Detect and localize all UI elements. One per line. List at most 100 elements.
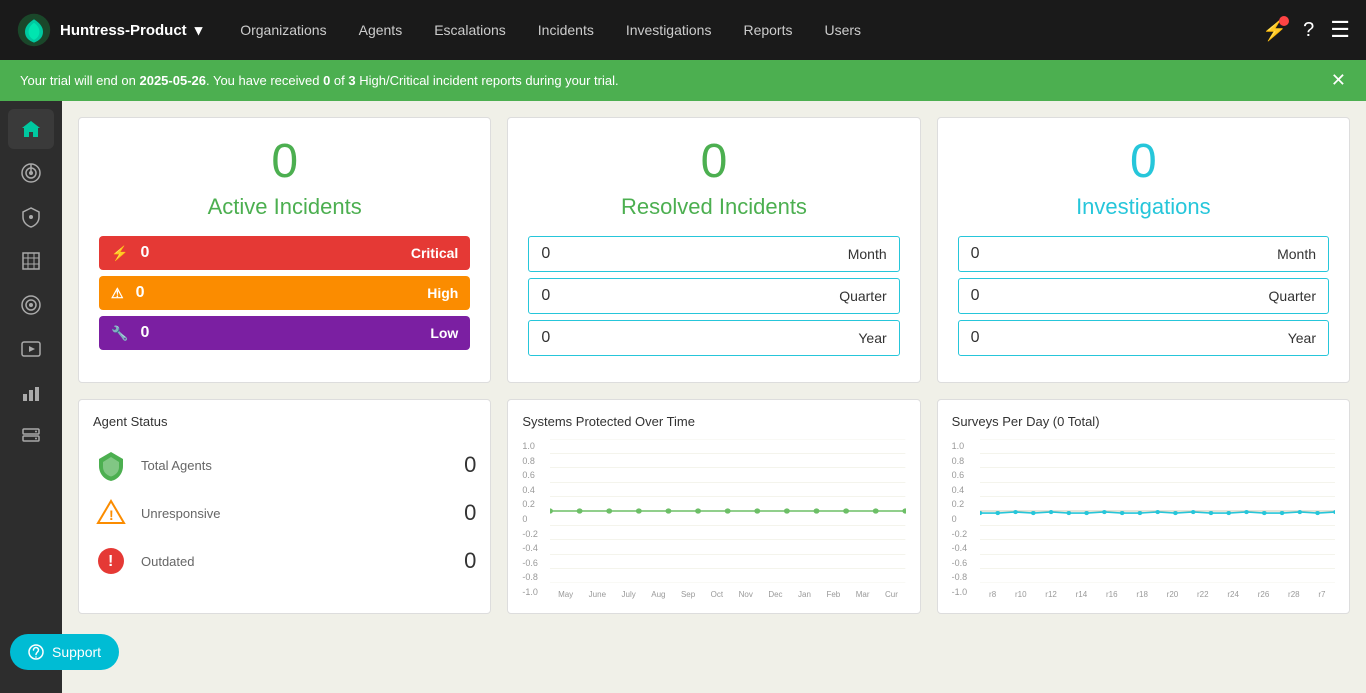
high-badge[interactable]: ⚠ 0 High <box>99 276 470 310</box>
active-incidents-title: Active Incidents <box>99 194 470 220</box>
total-agents-info: Total Agents <box>141 458 452 473</box>
total-agents-icon <box>93 447 129 483</box>
resolved-year-val: 0 <box>541 329 550 347</box>
outdated-agents-info: Outdated <box>141 554 452 569</box>
cage-icon <box>20 250 42 272</box>
unresponsive-agents-val: 0 <box>464 500 476 526</box>
resolved-year-label: Year <box>858 330 886 346</box>
alert-banner: Your trial will end on 2025-05-26. You h… <box>0 60 1366 101</box>
unresponsive-agents-label: Unresponsive <box>141 506 452 521</box>
critical-badge[interactable]: ⚡ 0 Critical <box>99 236 470 270</box>
sidebar-item-home[interactable] <box>8 109 54 149</box>
nav-reports[interactable]: Reports <box>729 14 806 46</box>
resolved-incidents-title: Resolved Incidents <box>528 194 899 220</box>
critical-count: 0 <box>140 244 149 262</box>
unresponsive-agents-info: Unresponsive <box>141 506 452 521</box>
investigations-month-row[interactable]: 0 Month <box>958 236 1329 272</box>
total-agents-val: 0 <box>464 452 476 478</box>
sidebar-item-shield[interactable] <box>8 197 54 237</box>
critical-label: Critical <box>411 245 458 261</box>
resolved-month-row[interactable]: 0 Month <box>528 236 899 272</box>
navbar-links: Organizations Agents Escalations Inciden… <box>226 14 1238 46</box>
outdated-agents-val: 0 <box>464 548 476 574</box>
main-content: 0 Active Incidents ⚡ 0 Critical ⚠ 0 High… <box>62 101 1366 693</box>
help-icon-btn[interactable]: ? <box>1303 19 1314 42</box>
sidebar-item-server[interactable] <box>8 417 54 457</box>
brand[interactable]: Huntress-Product ▾ <box>16 12 202 48</box>
sidebar-item-media[interactable] <box>8 329 54 369</box>
surveys-chart-svg <box>980 439 1335 583</box>
surveys-chart-title: Surveys Per Day (0 Total) <box>952 414 1335 429</box>
systems-x-axis: MayJuneJulyAugSepOctNovDecJanFebMarCur <box>550 590 905 599</box>
nav-organizations[interactable]: Organizations <box>226 14 340 46</box>
total-agents-item: Total Agents 0 <box>93 447 476 483</box>
support-button[interactable]: Support <box>10 634 119 670</box>
main-layout: 0 Active Incidents ⚡ 0 Critical ⚠ 0 High… <box>0 101 1366 693</box>
surveys-chart-inner <box>980 439 1335 583</box>
systems-chart-area: 1.00.80.60.40.20-0.2-0.4-0.6-0.8-1.0 <box>522 439 905 599</box>
outdated-agents-icon: ! <box>93 543 129 579</box>
agent-status-card: Agent Status Total Agents 0 ! <box>78 399 491 614</box>
unresponsive-agents-item: ! Unresponsive 0 <box>93 495 476 531</box>
unresponsive-agents-icon: ! <box>93 495 129 531</box>
resolved-month-label: Month <box>848 246 887 262</box>
target-icon <box>20 294 42 316</box>
high-count: 0 <box>136 284 145 302</box>
navbar-actions: ⚡ ? ☰ <box>1262 17 1350 43</box>
investigations-year-label: Year <box>1288 330 1316 346</box>
surveys-chart-card: Surveys Per Day (0 Total) 1.00.80.60.40.… <box>937 399 1350 614</box>
brand-logo-icon <box>16 12 52 48</box>
resolved-incidents-count: 0 <box>528 138 899 186</box>
high-label: High <box>427 285 458 301</box>
shield-icon <box>20 206 42 228</box>
low-label: Low <box>430 325 458 341</box>
active-incidents-count: 0 <box>99 138 470 186</box>
wrench-badge-icon: 🔧 <box>111 325 128 342</box>
charts-row: Agent Status Total Agents 0 ! <box>78 399 1350 614</box>
investigations-card: 0 Investigations 0 Month 0 Quarter 0 Yea… <box>937 117 1350 383</box>
warning-badge-icon: ⚠ <box>111 285 124 302</box>
resolved-year-row[interactable]: 0 Year <box>528 320 899 356</box>
systems-chart-svg <box>550 439 905 583</box>
low-badge[interactable]: 🔧 0 Low <box>99 316 470 350</box>
alert-text: Your trial will end on 2025-05-26. You h… <box>20 73 619 88</box>
active-incidents-card: 0 Active Incidents ⚡ 0 Critical ⚠ 0 High… <box>78 117 491 383</box>
notification-dot <box>1279 16 1289 26</box>
alert-close-button[interactable]: ✕ <box>1331 70 1346 91</box>
investigations-count: 0 <box>958 138 1329 186</box>
nav-incidents[interactable]: Incidents <box>524 14 608 46</box>
sidebar-item-target[interactable] <box>8 285 54 325</box>
agent-status-content: Total Agents 0 ! Unresponsive 0 <box>93 439 476 579</box>
radar-icon <box>20 162 42 184</box>
investigations-quarter-row[interactable]: 0 Quarter <box>958 278 1329 314</box>
svg-text:!: ! <box>108 553 113 570</box>
surveys-x-axis: r8r10r12r14r16r18r20r22r24r26r28r7 <box>980 590 1335 599</box>
nav-investigations[interactable]: Investigations <box>612 14 726 46</box>
systems-chart-inner <box>550 439 905 583</box>
resolved-quarter-row[interactable]: 0 Quarter <box>528 278 899 314</box>
systems-chart-card: Systems Protected Over Time 1.00.80.60.4… <box>507 399 920 614</box>
investigations-year-row[interactable]: 0 Year <box>958 320 1329 356</box>
resolved-incidents-card: 0 Resolved Incidents 0 Month 0 Quarter 0… <box>507 117 920 383</box>
sidebar-item-radar[interactable] <box>8 153 54 193</box>
nav-agents[interactable]: Agents <box>345 14 417 46</box>
outdated-agents-label: Outdated <box>141 554 452 569</box>
lightning-icon-btn[interactable]: ⚡ <box>1262 18 1287 43</box>
surveys-chart-area: 1.00.80.60.40.20-0.2-0.4-0.6-0.8-1.0 <box>952 439 1335 599</box>
systems-chart-title: Systems Protected Over Time <box>522 414 905 429</box>
nav-escalations[interactable]: Escalations <box>420 14 520 46</box>
total-agents-label: Total Agents <box>141 458 452 473</box>
server-icon <box>20 426 42 448</box>
sidebar-item-cage[interactable] <box>8 241 54 281</box>
resolved-quarter-label: Quarter <box>839 288 886 304</box>
resolved-quarter-val: 0 <box>541 287 550 305</box>
media-icon <box>20 338 42 360</box>
sidebar-item-chart[interactable] <box>8 373 54 413</box>
investigations-quarter-label: Quarter <box>1269 288 1316 304</box>
investigations-month-label: Month <box>1277 246 1316 262</box>
menu-icon-btn[interactable]: ☰ <box>1330 17 1350 43</box>
resolved-month-val: 0 <box>541 245 550 263</box>
brand-dropdown-icon[interactable]: ▾ <box>195 21 203 39</box>
nav-users[interactable]: Users <box>810 14 875 46</box>
surveys-y-axis: 1.00.80.60.40.20-0.2-0.4-0.6-0.8-1.0 <box>952 439 968 599</box>
